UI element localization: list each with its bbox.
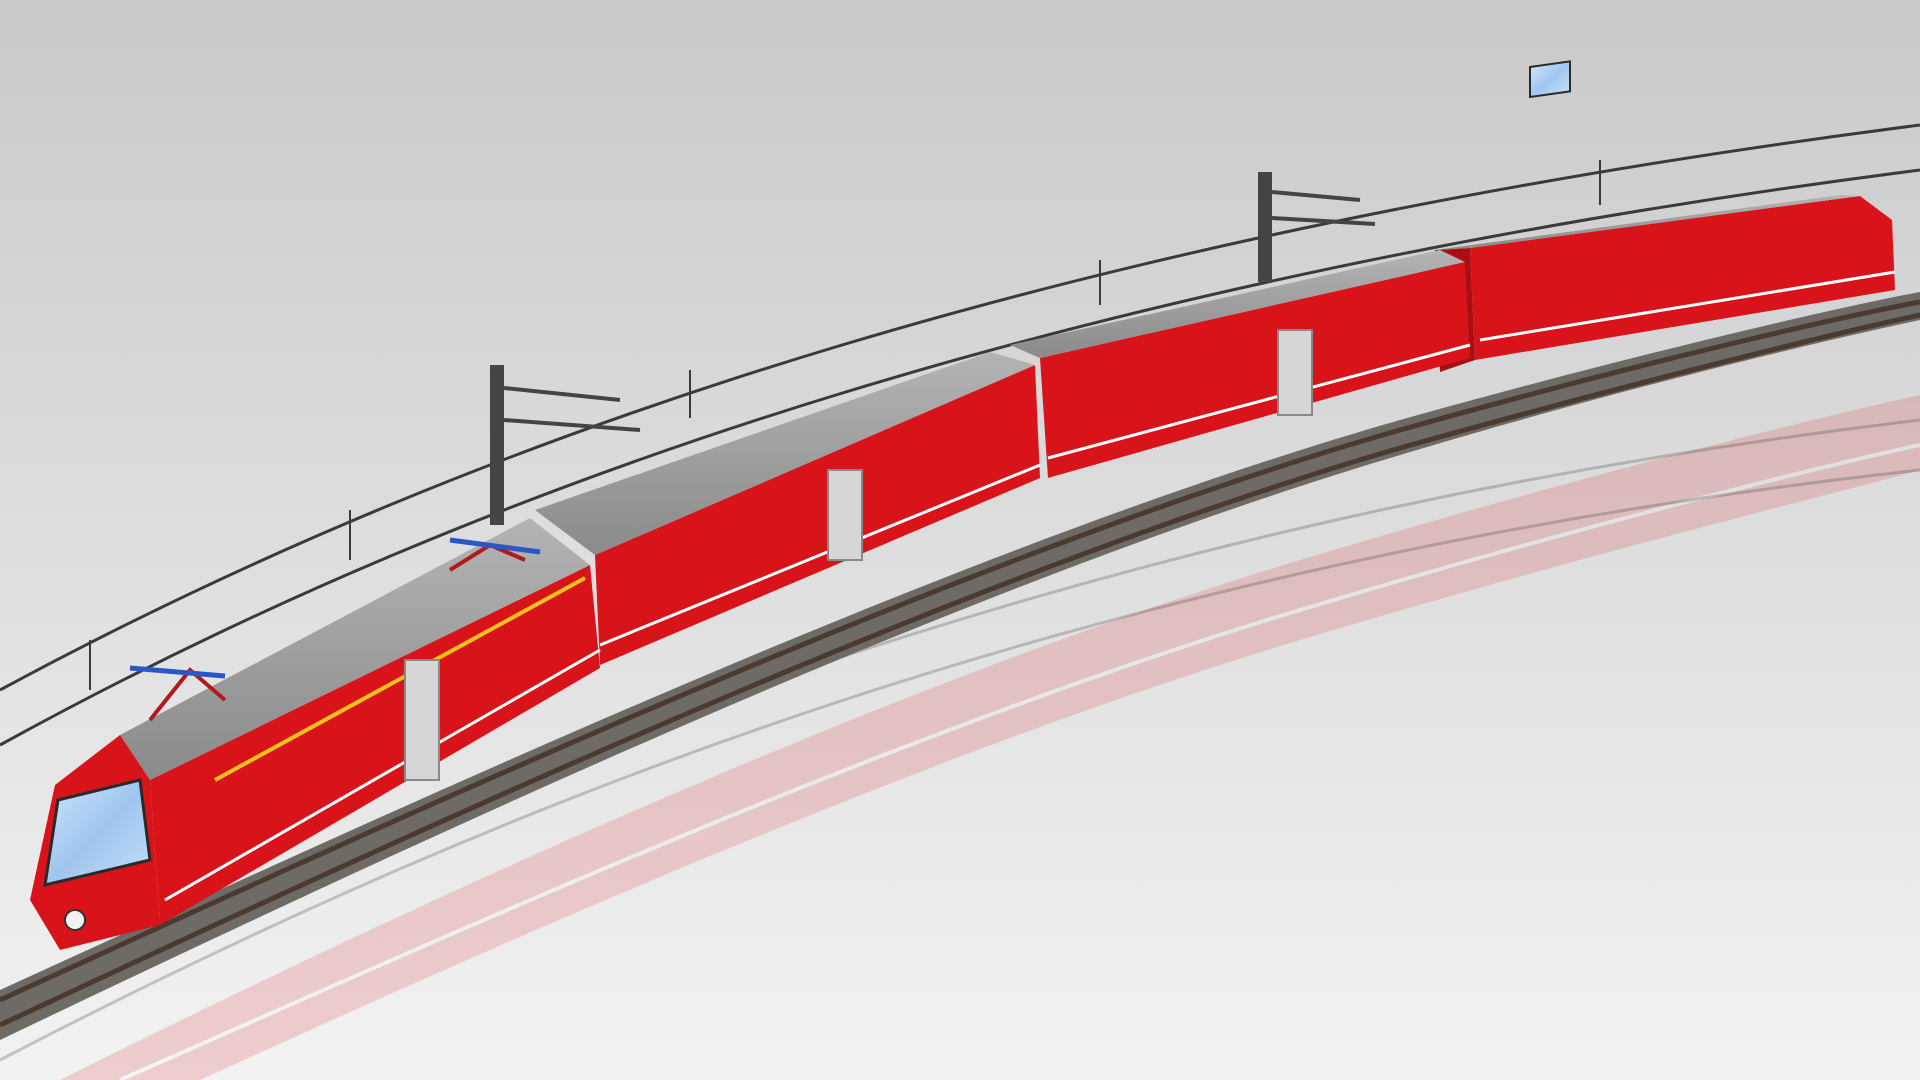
door bbox=[404, 659, 440, 781]
scene-canvas bbox=[0, 0, 1920, 1080]
window bbox=[1529, 60, 1571, 99]
door bbox=[827, 469, 863, 561]
train-scene bbox=[0, 0, 1920, 1080]
cab-emblem bbox=[64, 909, 86, 931]
door bbox=[1277, 329, 1313, 416]
